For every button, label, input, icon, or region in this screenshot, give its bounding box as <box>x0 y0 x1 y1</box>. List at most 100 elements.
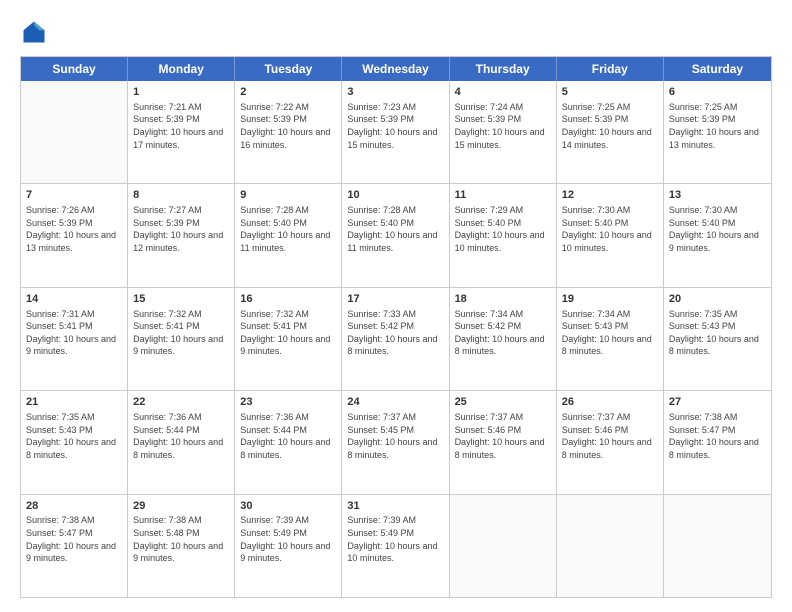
calendar-cell: 5Sunrise: 7:25 AM Sunset: 5:39 PM Daylig… <box>557 81 664 183</box>
day-number: 10 <box>347 188 443 203</box>
calendar-cell <box>21 81 128 183</box>
cell-info: Sunrise: 7:25 AM Sunset: 5:39 PM Dayligh… <box>562 101 658 151</box>
calendar-cell: 1Sunrise: 7:21 AM Sunset: 5:39 PM Daylig… <box>128 81 235 183</box>
day-number: 4 <box>455 85 551 100</box>
day-number: 22 <box>133 395 229 410</box>
cell-info: Sunrise: 7:28 AM Sunset: 5:40 PM Dayligh… <box>240 204 336 254</box>
day-number: 31 <box>347 499 443 514</box>
day-number: 27 <box>669 395 766 410</box>
calendar-cell: 4Sunrise: 7:24 AM Sunset: 5:39 PM Daylig… <box>450 81 557 183</box>
cell-info: Sunrise: 7:36 AM Sunset: 5:44 PM Dayligh… <box>240 411 336 461</box>
calendar-cell <box>664 495 771 597</box>
day-number: 19 <box>562 292 658 307</box>
cell-info: Sunrise: 7:39 AM Sunset: 5:49 PM Dayligh… <box>347 514 443 564</box>
day-number: 29 <box>133 499 229 514</box>
day-number: 30 <box>240 499 336 514</box>
cell-info: Sunrise: 7:29 AM Sunset: 5:40 PM Dayligh… <box>455 204 551 254</box>
day-number: 20 <box>669 292 766 307</box>
cell-info: Sunrise: 7:34 AM Sunset: 5:43 PM Dayligh… <box>562 308 658 358</box>
cell-info: Sunrise: 7:30 AM Sunset: 5:40 PM Dayligh… <box>562 204 658 254</box>
day-number: 28 <box>26 499 122 514</box>
calendar-cell: 18Sunrise: 7:34 AM Sunset: 5:42 PM Dayli… <box>450 288 557 390</box>
cell-info: Sunrise: 7:37 AM Sunset: 5:45 PM Dayligh… <box>347 411 443 461</box>
calendar-cell: 15Sunrise: 7:32 AM Sunset: 5:41 PM Dayli… <box>128 288 235 390</box>
header-day-tuesday: Tuesday <box>235 57 342 81</box>
calendar-cell: 31Sunrise: 7:39 AM Sunset: 5:49 PM Dayli… <box>342 495 449 597</box>
calendar-cell: 19Sunrise: 7:34 AM Sunset: 5:43 PM Dayli… <box>557 288 664 390</box>
calendar-cell: 25Sunrise: 7:37 AM Sunset: 5:46 PM Dayli… <box>450 391 557 493</box>
cell-info: Sunrise: 7:30 AM Sunset: 5:40 PM Dayligh… <box>669 204 766 254</box>
cell-info: Sunrise: 7:21 AM Sunset: 5:39 PM Dayligh… <box>133 101 229 151</box>
calendar-cell: 26Sunrise: 7:37 AM Sunset: 5:46 PM Dayli… <box>557 391 664 493</box>
day-number: 18 <box>455 292 551 307</box>
calendar-body: 1Sunrise: 7:21 AM Sunset: 5:39 PM Daylig… <box>21 81 771 597</box>
calendar-row-3: 21Sunrise: 7:35 AM Sunset: 5:43 PM Dayli… <box>21 391 771 494</box>
calendar-cell: 12Sunrise: 7:30 AM Sunset: 5:40 PM Dayli… <box>557 184 664 286</box>
calendar-row-1: 7Sunrise: 7:26 AM Sunset: 5:39 PM Daylig… <box>21 184 771 287</box>
header-day-sunday: Sunday <box>21 57 128 81</box>
day-number: 17 <box>347 292 443 307</box>
day-number: 7 <box>26 188 122 203</box>
calendar-cell: 14Sunrise: 7:31 AM Sunset: 5:41 PM Dayli… <box>21 288 128 390</box>
day-number: 26 <box>562 395 658 410</box>
calendar-cell: 17Sunrise: 7:33 AM Sunset: 5:42 PM Dayli… <box>342 288 449 390</box>
calendar-cell: 13Sunrise: 7:30 AM Sunset: 5:40 PM Dayli… <box>664 184 771 286</box>
calendar-cell: 21Sunrise: 7:35 AM Sunset: 5:43 PM Dayli… <box>21 391 128 493</box>
calendar-row-4: 28Sunrise: 7:38 AM Sunset: 5:47 PM Dayli… <box>21 495 771 597</box>
calendar-cell: 8Sunrise: 7:27 AM Sunset: 5:39 PM Daylig… <box>128 184 235 286</box>
day-number: 3 <box>347 85 443 100</box>
day-number: 5 <box>562 85 658 100</box>
day-number: 23 <box>240 395 336 410</box>
day-number: 2 <box>240 85 336 100</box>
calendar-header: SundayMondayTuesdayWednesdayThursdayFrid… <box>21 57 771 81</box>
calendar-cell: 6Sunrise: 7:25 AM Sunset: 5:39 PM Daylig… <box>664 81 771 183</box>
header-day-thursday: Thursday <box>450 57 557 81</box>
day-number: 21 <box>26 395 122 410</box>
calendar-row-0: 1Sunrise: 7:21 AM Sunset: 5:39 PM Daylig… <box>21 81 771 184</box>
calendar-cell: 20Sunrise: 7:35 AM Sunset: 5:43 PM Dayli… <box>664 288 771 390</box>
cell-info: Sunrise: 7:28 AM Sunset: 5:40 PM Dayligh… <box>347 204 443 254</box>
calendar-cell: 23Sunrise: 7:36 AM Sunset: 5:44 PM Dayli… <box>235 391 342 493</box>
day-number: 8 <box>133 188 229 203</box>
calendar-row-2: 14Sunrise: 7:31 AM Sunset: 5:41 PM Dayli… <box>21 288 771 391</box>
calendar-cell: 27Sunrise: 7:38 AM Sunset: 5:47 PM Dayli… <box>664 391 771 493</box>
day-number: 6 <box>669 85 766 100</box>
cell-info: Sunrise: 7:27 AM Sunset: 5:39 PM Dayligh… <box>133 204 229 254</box>
calendar-cell <box>557 495 664 597</box>
page: SundayMondayTuesdayWednesdayThursdayFrid… <box>0 0 792 612</box>
cell-info: Sunrise: 7:34 AM Sunset: 5:42 PM Dayligh… <box>455 308 551 358</box>
cell-info: Sunrise: 7:25 AM Sunset: 5:39 PM Dayligh… <box>669 101 766 151</box>
day-number: 11 <box>455 188 551 203</box>
cell-info: Sunrise: 7:38 AM Sunset: 5:47 PM Dayligh… <box>669 411 766 461</box>
logo-icon <box>20 18 48 46</box>
header-day-saturday: Saturday <box>664 57 771 81</box>
logo <box>20 18 52 46</box>
cell-info: Sunrise: 7:39 AM Sunset: 5:49 PM Dayligh… <box>240 514 336 564</box>
cell-info: Sunrise: 7:38 AM Sunset: 5:47 PM Dayligh… <box>26 514 122 564</box>
day-number: 24 <box>347 395 443 410</box>
calendar-cell: 29Sunrise: 7:38 AM Sunset: 5:48 PM Dayli… <box>128 495 235 597</box>
calendar-cell: 3Sunrise: 7:23 AM Sunset: 5:39 PM Daylig… <box>342 81 449 183</box>
calendar-cell: 30Sunrise: 7:39 AM Sunset: 5:49 PM Dayli… <box>235 495 342 597</box>
header-day-monday: Monday <box>128 57 235 81</box>
cell-info: Sunrise: 7:35 AM Sunset: 5:43 PM Dayligh… <box>669 308 766 358</box>
day-number: 1 <box>133 85 229 100</box>
day-number: 14 <box>26 292 122 307</box>
day-number: 15 <box>133 292 229 307</box>
header-day-wednesday: Wednesday <box>342 57 449 81</box>
cell-info: Sunrise: 7:32 AM Sunset: 5:41 PM Dayligh… <box>133 308 229 358</box>
day-number: 13 <box>669 188 766 203</box>
cell-info: Sunrise: 7:32 AM Sunset: 5:41 PM Dayligh… <box>240 308 336 358</box>
calendar-cell: 16Sunrise: 7:32 AM Sunset: 5:41 PM Dayli… <box>235 288 342 390</box>
cell-info: Sunrise: 7:33 AM Sunset: 5:42 PM Dayligh… <box>347 308 443 358</box>
cell-info: Sunrise: 7:22 AM Sunset: 5:39 PM Dayligh… <box>240 101 336 151</box>
cell-info: Sunrise: 7:36 AM Sunset: 5:44 PM Dayligh… <box>133 411 229 461</box>
cell-info: Sunrise: 7:31 AM Sunset: 5:41 PM Dayligh… <box>26 308 122 358</box>
calendar-cell: 28Sunrise: 7:38 AM Sunset: 5:47 PM Dayli… <box>21 495 128 597</box>
day-number: 9 <box>240 188 336 203</box>
calendar-cell: 2Sunrise: 7:22 AM Sunset: 5:39 PM Daylig… <box>235 81 342 183</box>
cell-info: Sunrise: 7:24 AM Sunset: 5:39 PM Dayligh… <box>455 101 551 151</box>
calendar-cell: 11Sunrise: 7:29 AM Sunset: 5:40 PM Dayli… <box>450 184 557 286</box>
header <box>20 18 772 46</box>
calendar-cell: 7Sunrise: 7:26 AM Sunset: 5:39 PM Daylig… <box>21 184 128 286</box>
